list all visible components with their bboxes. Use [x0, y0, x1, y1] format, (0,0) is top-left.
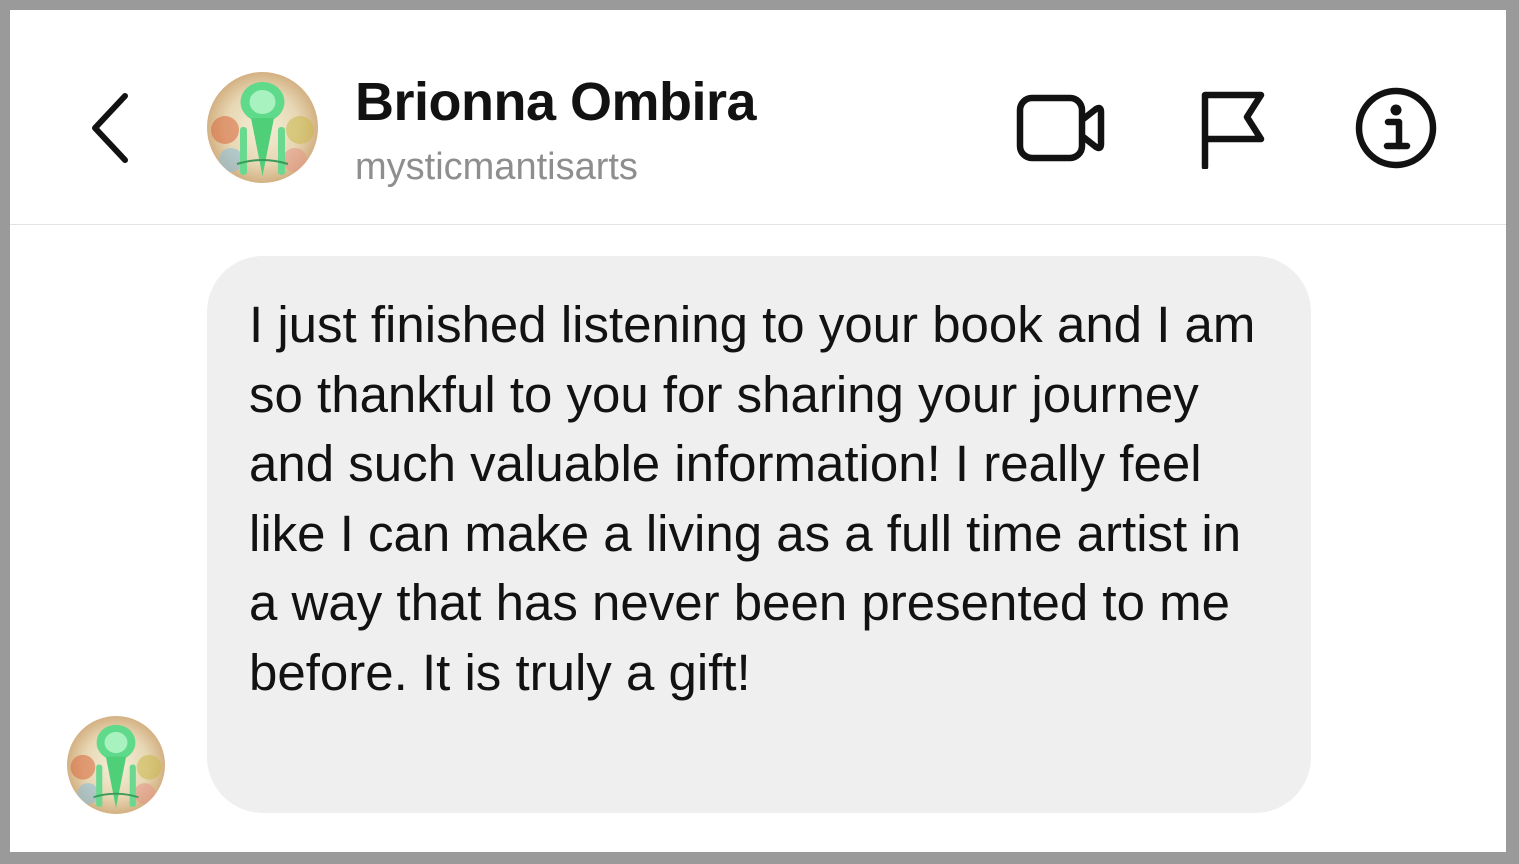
- chevron-left-icon: [92, 93, 128, 163]
- video-camera-icon: [1016, 94, 1105, 162]
- message-bubble[interactable]: I just finished listening to your book a…: [207, 256, 1311, 813]
- info-button[interactable]: [1352, 84, 1440, 172]
- profile-avatar[interactable]: [207, 72, 318, 183]
- report-button[interactable]: [1194, 84, 1270, 174]
- message-text: I just finished listening to your book a…: [249, 296, 1256, 701]
- contact-username: mysticmantisarts: [355, 146, 638, 188]
- contact-name[interactable]: Brionna Ombira: [355, 70, 757, 134]
- flag-icon: [1201, 91, 1265, 169]
- chat-header: Brionna Ombira mysticmantisarts: [10, 10, 1506, 225]
- chat-window: Brionna Ombira mysticmantisarts I just f…: [10, 10, 1506, 852]
- sender-avatar[interactable]: [67, 716, 165, 814]
- back-button[interactable]: [80, 88, 140, 168]
- info-icon: [1355, 87, 1437, 169]
- video-call-button[interactable]: [1013, 88, 1109, 168]
